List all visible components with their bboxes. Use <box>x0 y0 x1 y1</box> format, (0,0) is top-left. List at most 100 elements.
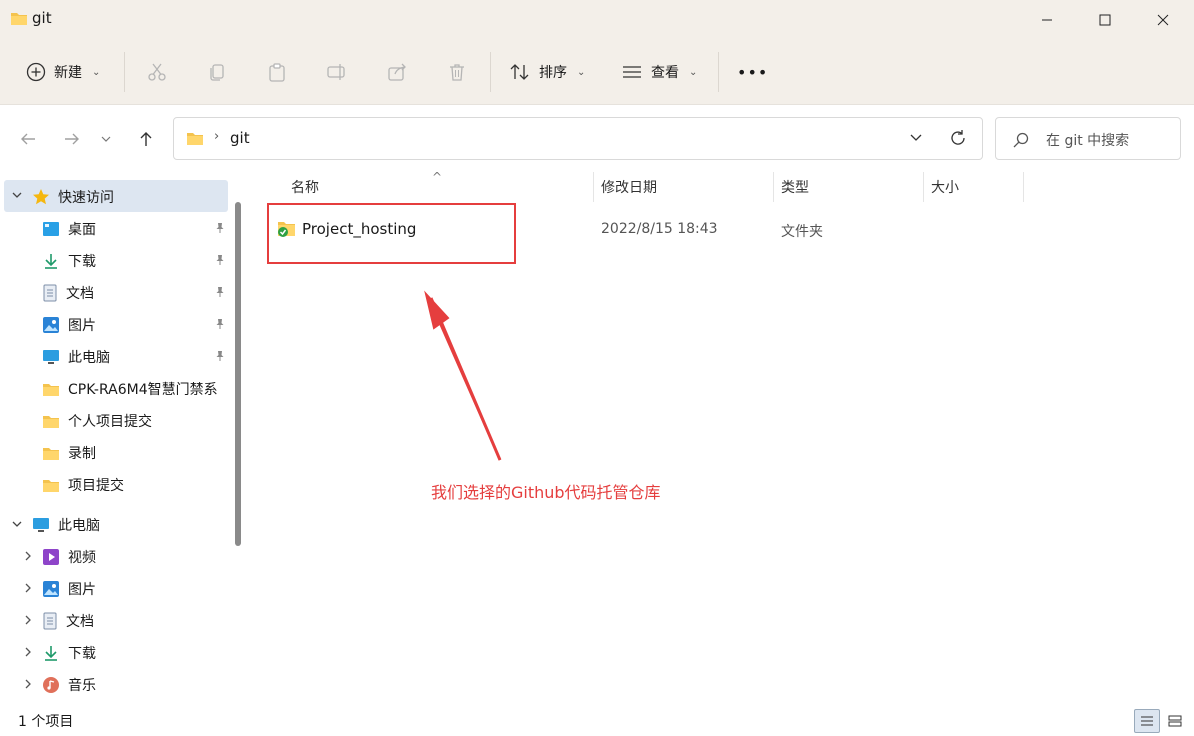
sidebar-quick-access[interactable]: 快速访问 <box>32 182 114 212</box>
navigation-pane: 快速访问 桌面 下载 文档 图片 此电脑 CPK-RA6M4智慧门禁系 个人项目提交 录制 项目… <box>0 180 246 706</box>
sidebar-item-pc-2[interactable]: 文档 <box>42 606 94 636</box>
view-label: 查看 <box>651 65 679 81</box>
more-icon: ••• <box>737 62 769 82</box>
sidebar-item-quick-3[interactable]: 图片 <box>42 310 226 340</box>
file-list: ^ 名称 修改日期 类型 大小 Project_hosting 2022/8/1… <box>250 170 1194 706</box>
refresh-icon[interactable] <box>948 128 968 148</box>
sidebar-item-quick-8[interactable]: 项目提交 <box>42 470 226 500</box>
arrow-up-icon <box>140 132 152 146</box>
pin-icon <box>214 222 226 238</box>
sidebar-item-pc-0[interactable]: 视频 <box>42 542 96 572</box>
column-header-name[interactable]: 名称 <box>291 177 319 197</box>
column-divider[interactable] <box>923 172 924 202</box>
paste-button[interactable] <box>265 60 289 84</box>
sidebar-item-quick-5[interactable]: CPK-RA6M4智慧门禁系 <box>42 374 226 404</box>
sidebar-item-quick-2[interactable]: 文档 <box>42 278 226 308</box>
collapse-this-pc-icon[interactable] <box>11 518 23 533</box>
expand-icon[interactable] <box>22 678 34 693</box>
sidebar-item-pc-4[interactable]: 音乐 <box>42 670 96 700</box>
sidebar-item-pc-1[interactable]: 图片 <box>42 574 96 604</box>
sidebar-item-quick-1[interactable]: 下载 <box>42 246 226 276</box>
maximize-icon <box>1099 14 1111 26</box>
document-icon <box>42 284 58 302</box>
address-bar[interactable]: › git <box>173 117 983 160</box>
more-button[interactable]: ••• <box>737 54 768 90</box>
chevron-down-icon: ⌄ <box>577 66 586 78</box>
delete-button[interactable] <box>445 60 469 84</box>
sidebar-item-label: 视频 <box>68 550 96 566</box>
sidebar-item-quick-0[interactable]: 桌面 <box>42 214 226 244</box>
search-placeholder: 在 git 中搜索 <box>1046 133 1130 149</box>
file-type: 文件夹 <box>781 224 823 240</box>
trash-icon <box>450 64 464 81</box>
maximize-button[interactable] <box>1076 0 1134 40</box>
sidebar-item-quick-4[interactable]: 此电脑 <box>42 342 226 372</box>
column-header-modified[interactable]: 修改日期 <box>601 177 657 197</box>
chevron-down-icon: ⌄ <box>689 66 698 78</box>
expand-icon[interactable] <box>22 550 34 565</box>
folder-icon <box>42 414 60 429</box>
file-modified: 2022/8/15 18:43 <box>601 221 718 237</box>
search-box[interactable]: 在 git 中搜索 <box>995 117 1181 160</box>
recent-locations-button[interactable] <box>96 125 116 153</box>
column-divider[interactable] <box>593 172 594 202</box>
sidebar-item-label: 桌面 <box>68 222 96 238</box>
up-button[interactable] <box>132 125 160 153</box>
sidebar-item-label: 下载 <box>68 254 96 270</box>
folder-icon <box>42 478 60 493</box>
share-icon <box>388 63 406 81</box>
column-header-size[interactable]: 大小 <box>931 177 959 197</box>
sidebar-item-label: 文档 <box>66 614 94 630</box>
divider <box>490 52 491 92</box>
view-button[interactable]: 查看 ⌄ <box>621 54 697 90</box>
column-header-type[interactable]: 类型 <box>781 177 809 197</box>
expand-icon[interactable] <box>22 614 34 629</box>
rename-icon <box>327 64 345 80</box>
back-button[interactable] <box>14 125 42 153</box>
share-button[interactable] <box>385 60 409 84</box>
sidebar-this-pc[interactable]: 此电脑 <box>32 510 100 540</box>
sidebar-item-label: 图片 <box>68 582 96 598</box>
close-button[interactable] <box>1134 0 1192 40</box>
minimize-button[interactable] <box>1018 0 1076 40</box>
sort-ascending-icon: ^ <box>432 170 443 184</box>
sidebar-item-quick-7[interactable]: 录制 <box>42 438 226 468</box>
sidebar-item-label: 图片 <box>68 318 96 334</box>
sort-button[interactable]: 排序 ⌄ <box>509 54 585 90</box>
sidebar-item-label: 此电脑 <box>68 350 110 366</box>
expand-icon[interactable] <box>22 582 34 597</box>
forward-button[interactable] <box>58 125 86 153</box>
new-button[interactable]: 新建 ⌄ <box>26 54 100 90</box>
tiles-view-icon <box>1168 715 1182 727</box>
divider <box>124 52 125 92</box>
cut-button[interactable] <box>145 60 169 84</box>
chevron-down-icon: ⌄ <box>92 66 101 78</box>
main-area: 快速访问 桌面 下载 文档 图片 此电脑 CPK-RA6M4智慧门禁系 个人项目提交 录制 项目… <box>0 170 1194 706</box>
column-divider[interactable] <box>1023 172 1024 202</box>
address-row: › git 在 git 中搜索 <box>0 104 1194 170</box>
column-divider[interactable] <box>773 172 774 202</box>
sidebar-item-quick-6[interactable]: 个人项目提交 <box>42 406 226 436</box>
tiles-view-button[interactable] <box>1162 709 1188 733</box>
pin-icon <box>214 350 226 366</box>
breadcrumb-git[interactable]: git <box>230 129 250 147</box>
window-title: git <box>32 9 52 27</box>
breadcrumb-separator: › <box>214 129 220 144</box>
expand-icon[interactable] <box>22 646 34 661</box>
monitor-icon <box>33 518 49 532</box>
copy-button[interactable] <box>205 60 229 84</box>
collapse-quick-access-icon[interactable] <box>11 189 23 204</box>
video-icon <box>42 548 60 566</box>
details-view-button[interactable] <box>1134 709 1160 733</box>
rename-button[interactable] <box>325 60 349 84</box>
sidebar-item-pc-3[interactable]: 下载 <box>42 638 96 668</box>
annotation-arrow <box>424 290 502 461</box>
item-count: 1 个项目 <box>18 714 74 730</box>
sidebar-item-label: 个人项目提交 <box>68 414 152 430</box>
title-bar: git <box>0 0 1194 40</box>
scissors-icon <box>148 63 166 81</box>
sidebar-scrollbar[interactable] <box>235 202 241 546</box>
folder-icon <box>11 13 27 25</box>
sidebar-item-label: 文档 <box>66 286 94 302</box>
address-dropdown-icon[interactable] <box>908 130 924 146</box>
